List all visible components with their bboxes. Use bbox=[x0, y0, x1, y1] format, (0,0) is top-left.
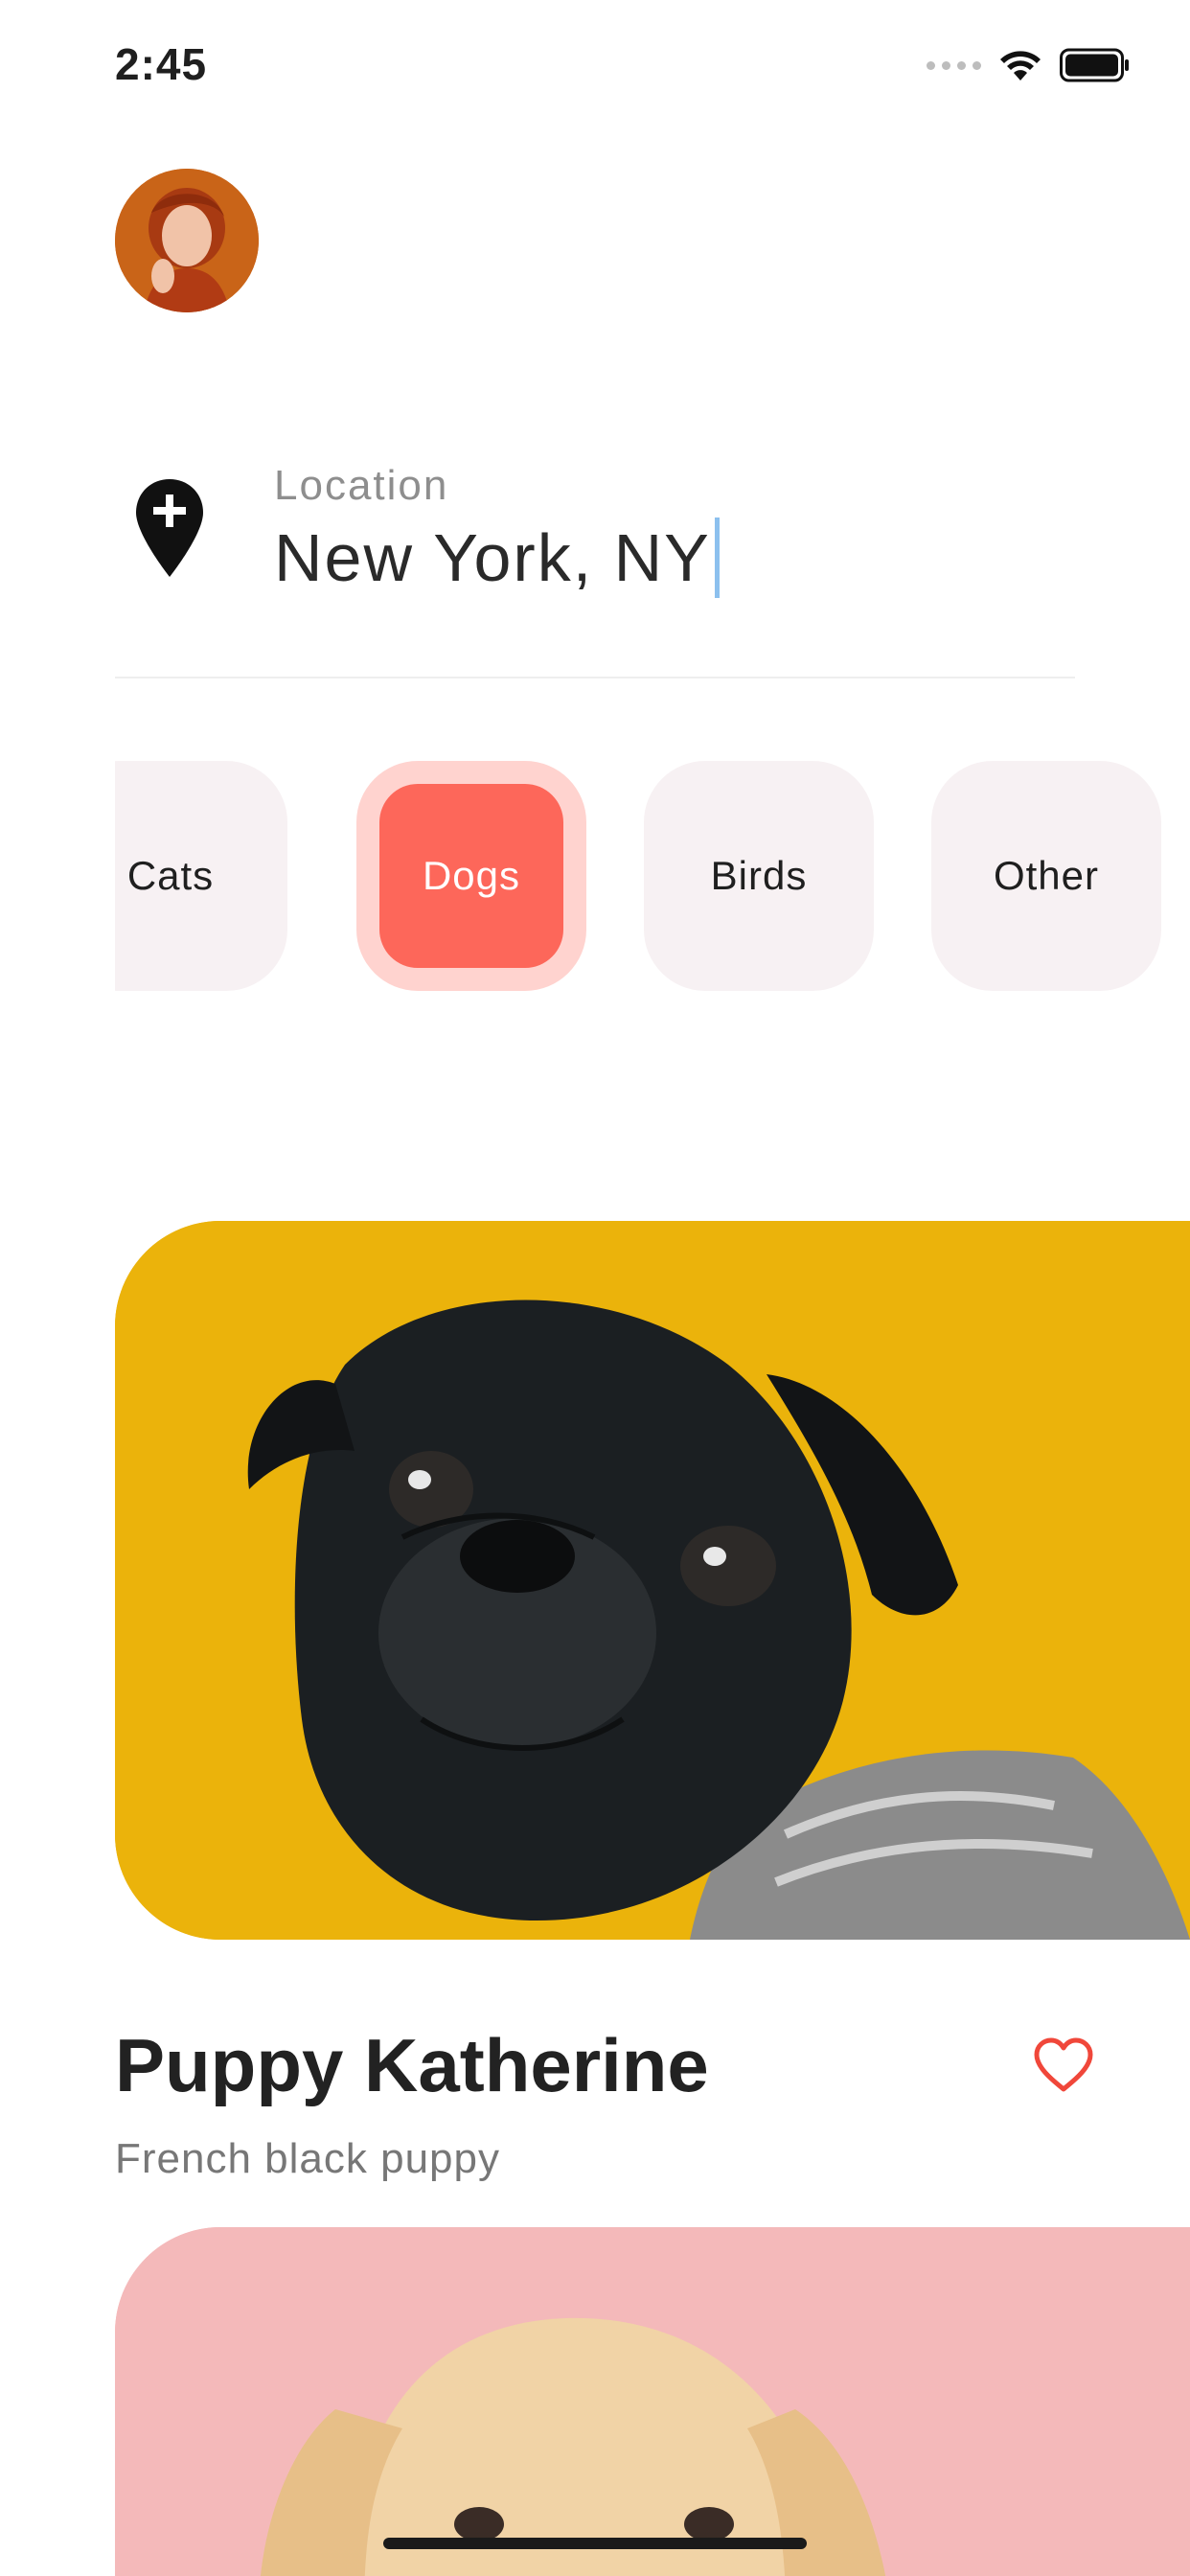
location-label: Location bbox=[274, 462, 449, 509]
category-strip[interactable]: Cats Dogs Birds Other bbox=[115, 761, 1190, 991]
pet-card-image-2[interactable] bbox=[115, 2227, 1190, 2576]
avatar-portrait bbox=[115, 169, 259, 312]
pet-description: French black puppy bbox=[115, 2135, 500, 2182]
location-input[interactable]: New York, NY bbox=[274, 518, 720, 598]
category-label: Birds bbox=[710, 853, 808, 898]
labrador-photo bbox=[115, 2227, 1190, 2576]
pet-card-image[interactable] bbox=[115, 1221, 1190, 1940]
user-avatar[interactable] bbox=[115, 169, 259, 312]
pet-name: Puppy Katherine bbox=[115, 2023, 709, 2107]
category-label: Cats bbox=[126, 853, 215, 898]
category-chip-other[interactable]: Other bbox=[931, 761, 1161, 991]
cellular-signal-icon bbox=[927, 60, 981, 70]
location-pin-icon bbox=[136, 479, 203, 577]
status-icons bbox=[927, 46, 1131, 84]
text-caret bbox=[714, 518, 720, 598]
category-chip-cats[interactable]: Cats bbox=[115, 761, 287, 991]
category-chip-dogs-selected: Dogs bbox=[379, 784, 563, 968]
category-label: Dogs bbox=[422, 853, 521, 898]
location-divider bbox=[115, 677, 1075, 678]
category-chip-dogs[interactable]: Dogs bbox=[356, 761, 586, 991]
heart-outline-icon[interactable] bbox=[1033, 2037, 1094, 2093]
battery-icon bbox=[1060, 48, 1129, 82]
pug-photo bbox=[115, 1221, 1190, 1940]
status-time: 2:45 bbox=[115, 39, 208, 89]
location-input-value: New York, NY bbox=[274, 520, 711, 595]
category-chip-birds[interactable]: Birds bbox=[644, 761, 874, 991]
category-label: Other bbox=[993, 853, 1100, 898]
home-indicator[interactable] bbox=[383, 2538, 807, 2549]
wifi-icon bbox=[1000, 51, 1041, 80]
